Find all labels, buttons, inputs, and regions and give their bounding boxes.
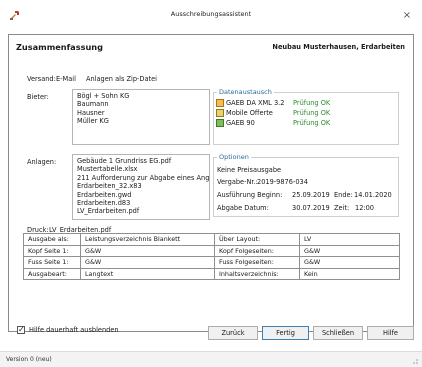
back-button[interactable]: Zurück [208,326,258,340]
close-icon[interactable]: × [401,10,413,22]
table-cell: Ausgabeart: [23,267,81,280]
list-item[interactable]: Bögl + Sohn KG [77,92,205,100]
abgabe-value: 30.07.2019 [292,204,330,212]
hide-help-checkbox[interactable]: ✓ [17,326,25,334]
table-cell: G&W [299,244,400,257]
page-title: Zusammenfassung [16,42,103,52]
table-cell: Kopf Folgeseiten: [214,244,300,257]
vergabe-value: 2019-9876-034 [257,178,308,186]
list-item[interactable]: 211 Aufforderung zur Abgabe eines Ang [77,174,209,182]
table-cell: LV [299,233,400,246]
version-status: Version 0 (neu) [6,356,52,363]
table-cell: Über Layout: [214,233,300,246]
list-item[interactable]: Mustertabelle.xlsx [77,165,205,173]
resize-grip-icon[interactable] [410,356,419,365]
list-item[interactable]: LV_Erdarbeiten.pdf [77,207,205,215]
ende-value: 14.01.2020 [354,191,392,199]
gaeb-90-icon [216,119,224,127]
help-button[interactable]: Hilfe [367,326,414,340]
ende-label: Ende: [334,191,353,199]
versand-label: Versand: [27,75,56,83]
gaeb-xml-icon [216,99,224,107]
list-item[interactable]: Baumann [77,100,205,108]
zeit-value: 12:00 [355,204,375,212]
table-cell: G&W [299,256,400,269]
list-item[interactable]: Erdarbeiten.d83 [77,199,205,207]
table-cell: Ausgabe als: [23,233,81,246]
bieter-label: Bieter: [27,93,49,101]
versand-value: E-Mail [56,75,76,83]
vergabe-label: Vergabe-Nr.: [217,178,258,186]
bieter-list[interactable]: Bögl + Sohn KG Baumann Hausner Müller KG [72,89,210,145]
anlagen-list[interactable]: Gebäude 1 Grundriss EG.pdf Mustertabelle… [72,154,210,220]
versand-extra: Anlagen als Zip-Datei [86,75,157,83]
zeit-label: Zeit: [334,204,350,212]
project-name: Neubau Musterhausen, Erdarbeiten [272,43,405,51]
ausfuehrung-begin: 25.09.2019 [292,191,330,199]
table-cell: Inhaltsverzeichnis: [214,267,300,280]
table-cell: Fuss Seite 1: [23,256,81,269]
list-item[interactable]: Müller KG [77,117,205,125]
table-row: Ausgabeart: Langtext Inhaltsverzeichnis:… [23,267,400,280]
abgabe-label: Abgabe Datum: [217,204,269,212]
preisangabe: Keine Preisausgabe [217,166,282,174]
druck-table: Ausgabe als: Leistungsverzeichnis Blanke… [23,233,400,280]
window-title: Ausschreibungsassistent [170,10,252,18]
ausfuehrung-label: Ausführung Beginn: [217,191,283,199]
finish-button[interactable]: Fertig [262,326,309,340]
mobile-offerte-icon [216,109,224,117]
hide-help-label[interactable]: Hilfe dauerhaft ausblenden [29,326,119,334]
table-cell: G&W [80,256,215,269]
list-item[interactable]: Hausner [77,109,205,117]
list-item[interactable]: Gebäude 1 Grundriss EG.pdf [77,157,205,165]
list-item[interactable]: Erdarbeiten.gwd [77,191,205,199]
table-row: Fuss Seite 1: G&W Fuss Folgeseiten: G&W [23,256,400,269]
table-cell: Leistungsverzeichnis Blankett [80,233,215,246]
list-item: GAEB DA XML 3.2 Prüfung OK [216,98,396,108]
table-cell: Fuss Folgeseiten: [214,256,300,269]
table-row: Kopf Seite 1: G&W Kopf Folgeseiten: G&W [23,244,400,257]
table-cell: Langtext [80,267,215,280]
list-item[interactable]: Erdarbeiten_32.x83 [77,182,205,190]
list-item: Mobile Offerte Prüfung OK [216,108,396,118]
datenaustausch-list: GAEB DA XML 3.2 Prüfung OK Mobile Offerte… [216,98,396,128]
optionen-title: Optionen [217,153,251,161]
close-button[interactable]: Schließen [313,326,363,340]
datenaustausch-title: Datenaustausch [217,88,274,96]
table-cell: G&W [80,244,215,257]
table-cell: Kein [299,267,400,280]
anlagen-label: Anlagen: [27,158,57,166]
table-cell: Kopf Seite 1: [23,244,81,257]
table-row: Ausgabe als: Leistungsverzeichnis Blanke… [23,233,400,246]
status-bar [0,351,422,367]
list-item: GAEB 90 Prüfung OK [216,118,396,128]
